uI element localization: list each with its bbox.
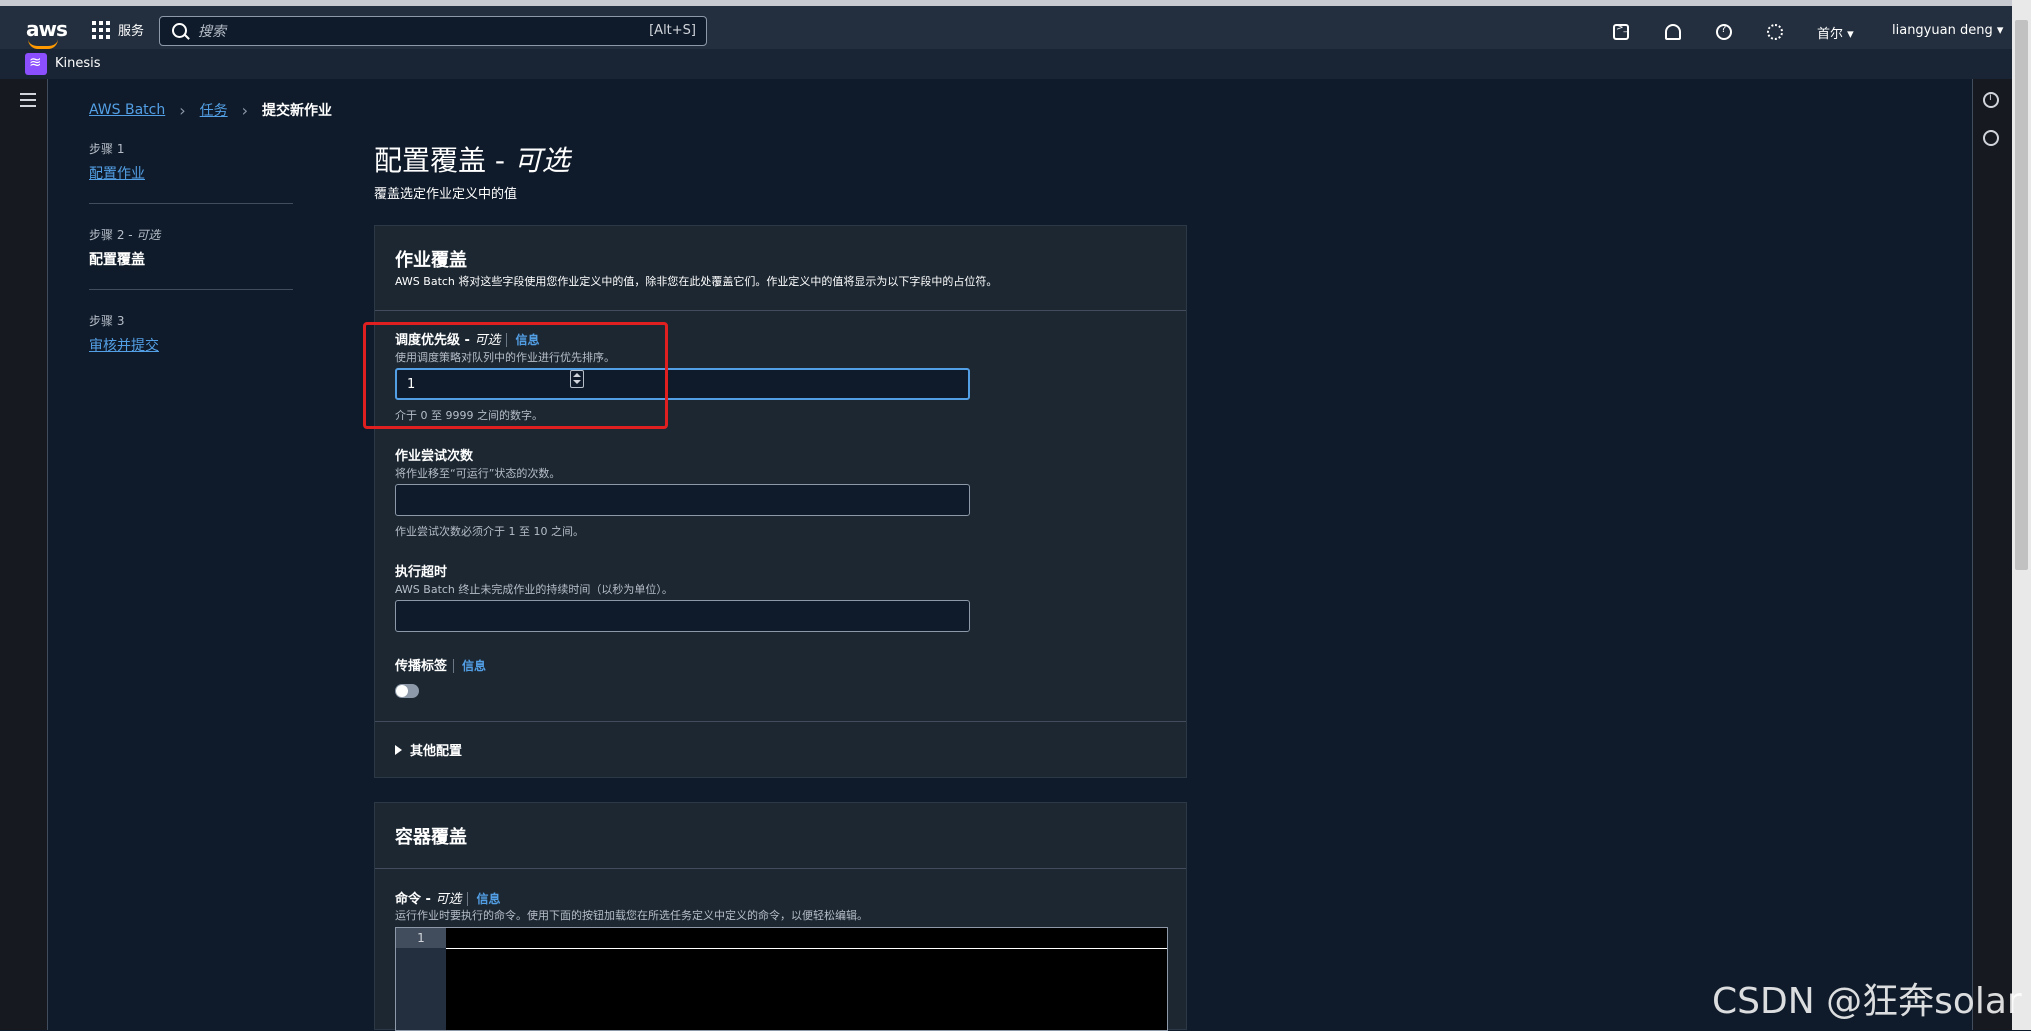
attempts-description: 将作业移至“可运行”状态的次数。 xyxy=(395,467,561,480)
step-3: 步骤 3 审核并提交 xyxy=(89,312,293,375)
services-label: 服务 xyxy=(118,24,145,39)
line-number: 1 xyxy=(396,928,446,948)
panel-header: 容器覆盖 xyxy=(375,803,1186,869)
side-navigation-rail xyxy=(0,79,48,1030)
command-description: 运行作业时要执行的命令。使用下面的按钮加载您在所选任务定义中定义的命令，以便轻松… xyxy=(395,909,868,922)
propagate-tags-info-link[interactable]: 信息 xyxy=(453,659,487,673)
command-label: 命令 - 可选 信息 xyxy=(395,892,501,907)
search-shortcut: [Alt+S] xyxy=(649,23,696,38)
notifications-bell-icon[interactable] xyxy=(1665,24,1681,40)
propagate-tags-label: 传播标签 信息 xyxy=(395,659,487,674)
other-config-expander[interactable]: 其他配置 xyxy=(395,740,462,759)
kinesis-shortcut[interactable]: Kinesis xyxy=(55,56,101,71)
breadcrumb-jobs[interactable]: 任务 xyxy=(200,100,228,120)
settings-gear-icon[interactable] xyxy=(1767,24,1783,40)
step-label: 步骤 2 - 可选 xyxy=(89,228,161,242)
page-subtitle: 覆盖选定作业定义中的值 xyxy=(374,187,518,202)
cloudshell-icon[interactable] xyxy=(1613,23,1629,40)
editor-active-line[interactable] xyxy=(446,928,1167,949)
breadcrumb: AWS Batch › 任务 › 提交新作业 xyxy=(89,100,332,120)
panel-header: 作业覆盖 AWS Batch 将对这些字段使用您作业定义中的值，除非您在此处覆盖… xyxy=(375,226,1186,311)
caret-right-icon xyxy=(395,745,402,755)
timeout-input[interactable] xyxy=(395,600,970,632)
breadcrumb-aws-batch[interactable]: AWS Batch xyxy=(89,102,165,118)
info-panel-icon[interactable] xyxy=(1983,92,1999,108)
help-icon[interactable] xyxy=(1716,24,1732,40)
search-icon xyxy=(172,23,187,38)
section-divider xyxy=(375,721,1186,722)
chevron-right-icon: › xyxy=(179,100,186,120)
global-search[interactable]: [Alt+S] xyxy=(159,16,707,46)
panel-title: 作业覆盖 xyxy=(395,250,467,271)
job-override-panel: 作业覆盖 AWS Batch 将对这些字段使用您作业定义中的值，除非您在此处覆盖… xyxy=(374,225,1187,778)
aws-logo-text: aws xyxy=(26,17,68,41)
timeout-label: 执行超时 xyxy=(395,565,448,580)
panel-title: 容器覆盖 xyxy=(395,827,467,848)
attempts-hint: 作业尝试次数必须介于 1 至 10 之间。 xyxy=(395,525,584,538)
grid-icon xyxy=(92,20,110,39)
container-override-panel: 容器覆盖 命令 - 可选 信息 运行作业时要执行的命令。使用下面的按钮加载您在所选… xyxy=(374,802,1187,1031)
highlight-annotation-box xyxy=(363,322,668,429)
account-menu[interactable]: liangyuan deng ▾ xyxy=(1892,23,2003,38)
chevron-right-icon: › xyxy=(241,100,249,120)
hexagon-icon[interactable] xyxy=(1983,130,1999,146)
step-current-configure-override: 配置覆盖 xyxy=(89,252,145,268)
attempts-label: 作业尝试次数 xyxy=(395,449,474,464)
step-1: 步骤 1 配置作业 xyxy=(89,140,293,204)
region-selector[interactable]: 首尔 ▾ xyxy=(1817,23,1854,42)
attempts-input[interactable] xyxy=(395,484,970,516)
panel-description: AWS Batch 将对这些字段使用您作业定义中的值，除非您在此处覆盖它们。作业… xyxy=(395,275,998,288)
tools-rail xyxy=(1972,79,2012,1030)
step-link-configure-job[interactable]: 配置作业 xyxy=(89,163,293,183)
services-menu-button[interactable]: 服务 xyxy=(92,20,144,39)
watermark-text: CSDN @狂奔solar xyxy=(1712,981,2022,1022)
aws-logo[interactable]: aws xyxy=(26,17,68,49)
search-input[interactable] xyxy=(196,20,600,44)
propagate-tags-toggle[interactable] xyxy=(395,684,419,698)
command-info-link[interactable]: 信息 xyxy=(467,892,501,906)
step-link-review-submit[interactable]: 审核并提交 xyxy=(89,335,293,355)
step-label: 步骤 1 xyxy=(89,142,125,156)
wizard-steps: 步骤 1 配置作业 步骤 2 - 可选 配置覆盖 步骤 3 审核并提交 xyxy=(89,140,293,397)
scrollbar-thumb[interactable] xyxy=(2015,20,2028,570)
step-2: 步骤 2 - 可选 配置覆盖 xyxy=(89,226,293,290)
breadcrumb-current: 提交新作业 xyxy=(262,103,333,119)
service-shortcut-bar: Kinesis xyxy=(0,49,2012,80)
command-code-editor[interactable]: 1 xyxy=(395,927,1168,1031)
kinesis-icon[interactable] xyxy=(25,53,47,75)
page-title: 配置覆盖 - 可选 xyxy=(374,144,570,177)
hamburger-menu-icon[interactable] xyxy=(20,93,36,111)
step-label: 步骤 3 xyxy=(89,314,125,328)
timeout-description: AWS Batch 终止未完成作业的持续时间（以秒为单位）。 xyxy=(395,583,673,596)
